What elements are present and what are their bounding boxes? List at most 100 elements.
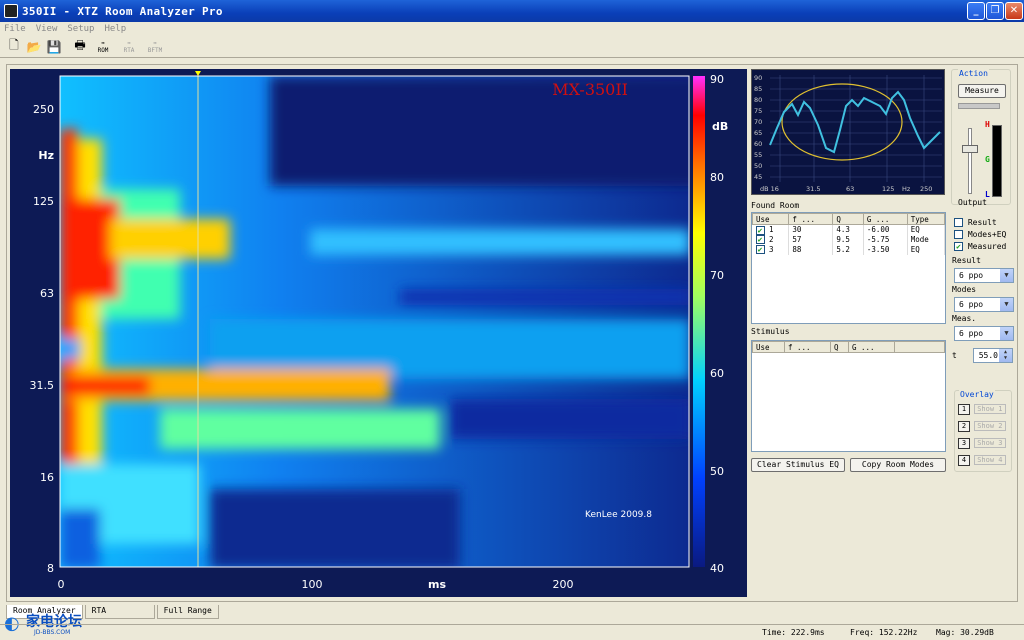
col-f[interactable]: f ... [788, 213, 834, 225]
measured-checkbox[interactable]: ✔ [954, 242, 963, 251]
progress-bar [958, 103, 1000, 109]
modes-eq-check-row[interactable]: Modes+EQ [954, 230, 1006, 239]
chevron-down-icon[interactable]: ▼ [1000, 327, 1013, 340]
table-row[interactable]: ✔ 3 88 5.2 -3.50 EQ [752, 244, 945, 255]
table-row[interactable]: ✔ 2 57 9.5 -5.75 Mode [752, 234, 945, 245]
colorbar-tick: 60 [710, 367, 724, 380]
minimize-button[interactable]: _ [967, 2, 985, 20]
col-type[interactable]: Type [906, 213, 945, 225]
col-use[interactable]: Use [752, 213, 790, 225]
chevron-down-icon[interactable]: ▼ [1000, 269, 1013, 282]
colorbar-axis: 90 dB 80 70 60 50 40 [710, 73, 728, 575]
result-checkbox[interactable] [954, 218, 963, 227]
spec-x-tick: 31.5 [806, 185, 820, 193]
spec-y-tick: 50 [754, 162, 762, 170]
col-q[interactable]: Q [832, 213, 864, 225]
col-q[interactable]: Q [830, 341, 849, 353]
print-icon[interactable]: 🖶 [72, 38, 88, 55]
y-tick: 8 [47, 562, 54, 575]
col-g[interactable]: G ... [862, 213, 908, 225]
overlay-num-button[interactable]: 4 [958, 455, 970, 466]
overlay-row-1: 1 Show 1 [958, 404, 1006, 415]
overlay-num-button[interactable]: 2 [958, 421, 970, 432]
found-room-table[interactable]: Use f ... Q G ... Type ✔ 1 30 4.3 -6.00 EQ ✔… [751, 212, 946, 324]
result-check-row[interactable]: Result [954, 218, 997, 227]
measured-check-row[interactable]: ✔ Measured [954, 242, 1006, 251]
menu-file[interactable]: File [4, 22, 26, 36]
col-use[interactable]: Use [752, 341, 785, 353]
rta-button[interactable]: ➡ RTA [118, 40, 140, 54]
overlay-num-button[interactable]: 1 [958, 404, 970, 415]
bftm-label: BFTM [147, 46, 163, 54]
show-button[interactable]: Show 3 [974, 438, 1006, 448]
clear-stimulus-eq-button[interactable]: Clear Stimulus EQ [751, 458, 845, 472]
cell-type: EQ [907, 224, 945, 235]
use-checkbox[interactable]: ✔ [755, 235, 765, 245]
spec-y-tick: 80 [754, 96, 762, 104]
measure-button[interactable]: Measure [958, 84, 1006, 98]
y-axis: 250 Hz 125 63 31.5 16 8 [30, 103, 55, 575]
show-button[interactable]: Show 1 [974, 404, 1006, 414]
measured-check-label: Measured [967, 242, 1007, 251]
table-row[interactable]: ✔ 1 30 4.3 -6.00 EQ [752, 224, 945, 235]
spinner-arrows-icon[interactable]: ▲ ▼ [999, 349, 1012, 362]
waterfall-plot[interactable]: MX-350II KenLee 2009.8 250 Hz 125 63 31.… [10, 69, 747, 597]
menu-view[interactable]: View [36, 22, 58, 36]
menu-setup[interactable]: Setup [67, 22, 94, 36]
meas-ppo-select[interactable]: 6 ppo ▼ [954, 326, 1014, 341]
arrow-right-icon: ➡ [101, 39, 105, 47]
rom-button[interactable]: ➡ ROM [92, 40, 114, 54]
col-f[interactable]: f ... [783, 341, 832, 353]
bftm-button[interactable]: ➡ BFTM [144, 40, 166, 54]
x-tick: 100 [302, 578, 323, 591]
modes-ppo-select[interactable]: 6 ppo ▼ [954, 297, 1014, 312]
chevron-down-icon[interactable]: ▼ [1000, 298, 1013, 311]
copy-room-modes-button[interactable]: Copy Room Modes [850, 458, 946, 472]
use-checkbox[interactable]: ✔ [755, 245, 765, 255]
x-unit: ms [428, 578, 446, 591]
waterfall-svg: MX-350II KenLee 2009.8 250 Hz 125 63 31.… [30, 71, 728, 591]
result-ppo-select[interactable]: 6 ppo ▼ [954, 268, 1014, 283]
output-slider-thumb[interactable] [962, 145, 978, 153]
spectrum-x-axis: dB 16 31.5 63 125 Hz 250 [760, 185, 932, 193]
rom-label: ROM [97, 46, 109, 54]
col-g[interactable]: G ... [847, 341, 896, 353]
result-check-label: Result [967, 218, 997, 227]
cell-q: 5.2 [832, 244, 864, 255]
title-bar: 350II - XTZ Room Analyzer Pro _ ❐ ✕ [0, 0, 1024, 22]
t-label: t [952, 351, 957, 360]
modes-eq-checkbox[interactable] [954, 230, 963, 239]
y-tick: 31.5 [30, 379, 55, 392]
cursor-marker-icon[interactable] [195, 71, 201, 76]
overlay-num-button[interactable]: 3 [958, 438, 970, 449]
show-button[interactable]: Show 2 [974, 421, 1006, 431]
colorbar-unit: dB [712, 120, 728, 133]
stimulus-label: Stimulus [751, 327, 790, 336]
status-bar: Time: 222.9ms Freq: 152.22Hz Mag: 30.29d… [0, 624, 1024, 640]
new-file-icon[interactable]: 🗋 [6, 38, 22, 55]
status-time: Time: 222.9ms [762, 628, 825, 637]
menu-help[interactable]: Help [104, 22, 126, 36]
close-button[interactable]: ✕ [1005, 2, 1023, 20]
y-tick: 250 [33, 103, 54, 116]
overlay-row-2: 2 Show 2 [958, 421, 1006, 432]
use-checkbox[interactable]: ✔ [755, 225, 765, 235]
meter-h: H [985, 120, 990, 129]
spec-y-tick: 70 [754, 118, 762, 126]
output-slider-track[interactable] [968, 128, 972, 194]
restore-button[interactable]: ❐ [986, 2, 1004, 20]
show-button[interactable]: Show 4 [974, 455, 1006, 465]
tab-full-range[interactable]: Full Range [156, 605, 219, 619]
cell-type: Mode [907, 234, 945, 245]
open-folder-icon[interactable]: 📂 [26, 39, 42, 55]
output-label: Output [958, 198, 987, 207]
arrow-right-icon: ➡ [127, 39, 131, 47]
modes-ppo-value: 6 ppo [959, 300, 984, 309]
cell-g: -6.00 [863, 224, 908, 235]
cell-f: 57 [788, 234, 834, 245]
spec-x-unit: Hz [902, 185, 911, 193]
t-spinner[interactable]: 55.0 ▲ ▼ [973, 348, 1013, 363]
stimulus-table[interactable]: Use f ... Q G ... [751, 340, 946, 452]
cell-f: 30 [788, 224, 834, 235]
save-icon[interactable]: 💾 [46, 39, 62, 55]
